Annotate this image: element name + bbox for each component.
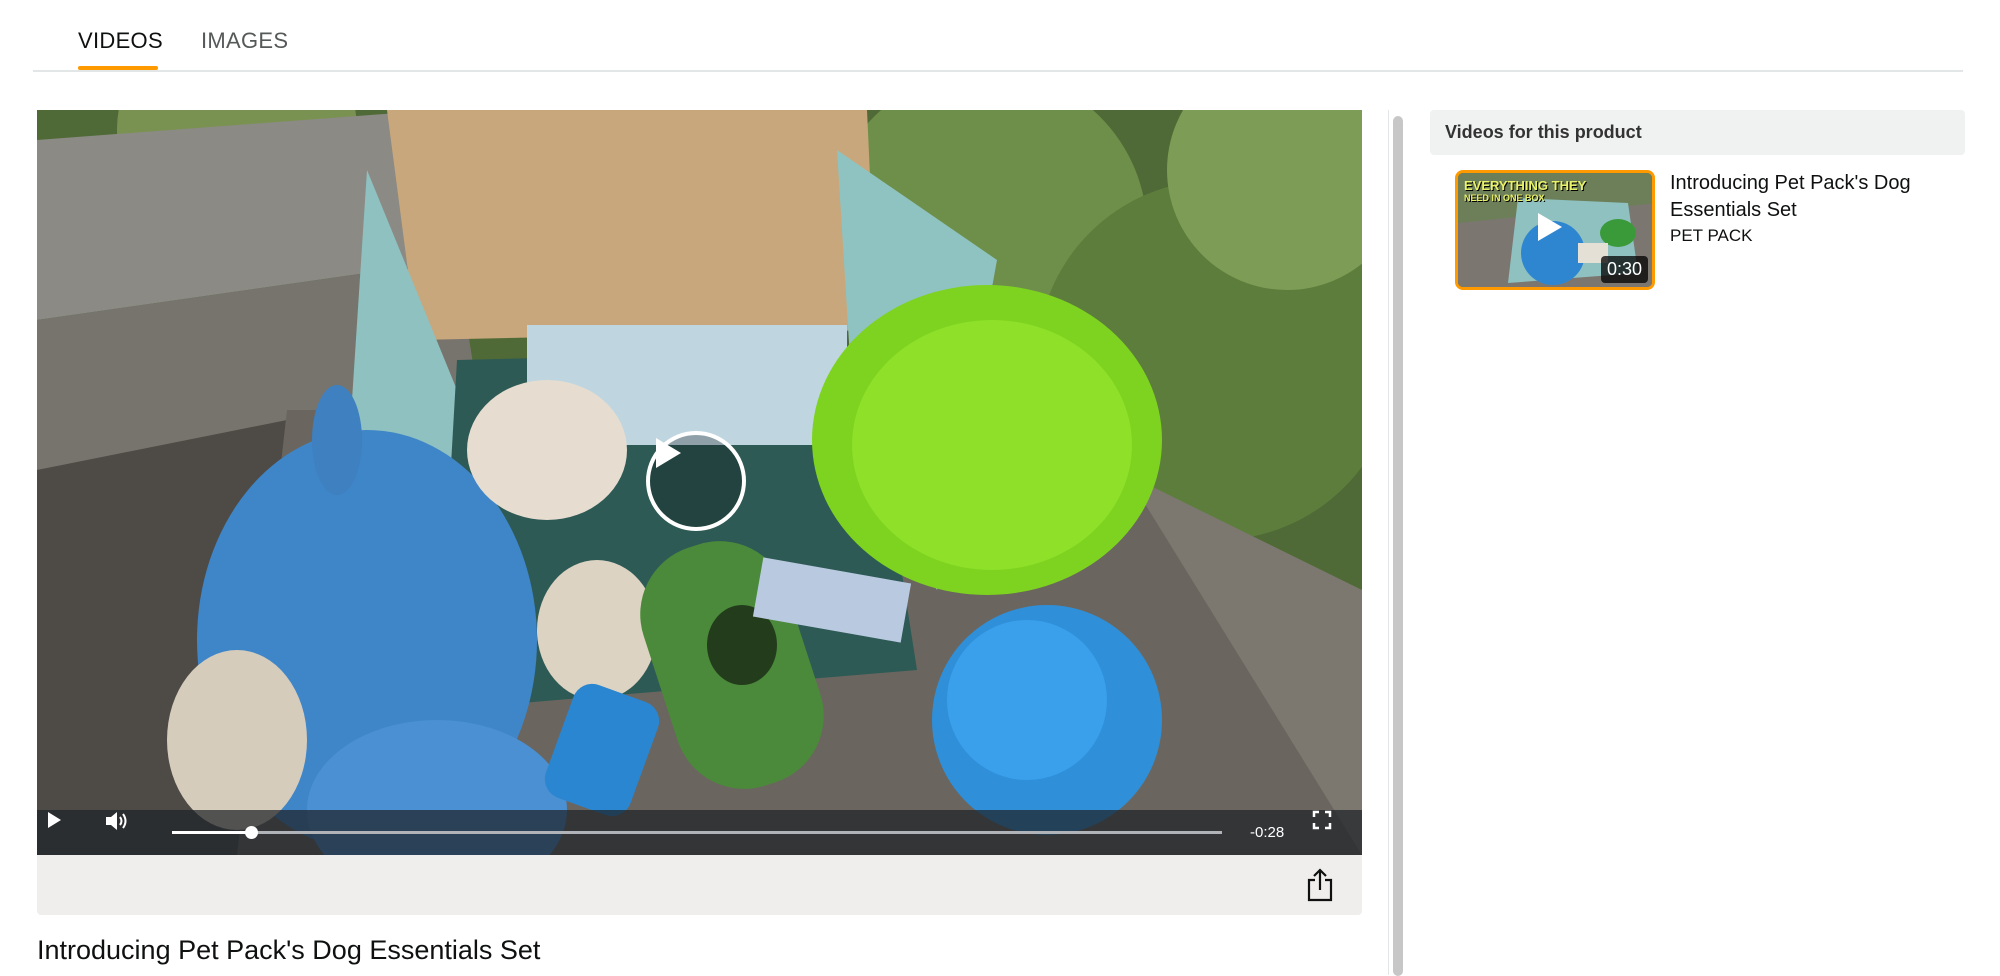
big-play-button[interactable] bbox=[646, 431, 746, 531]
thumbnail-caption-line-2: NEED IN ONE BOX bbox=[1464, 193, 1545, 203]
thumbnail-caption-line-1: EVERYTHING THEY bbox=[1464, 178, 1587, 193]
sidebar-header: Videos for this product bbox=[1430, 110, 1965, 155]
share-button[interactable] bbox=[1300, 865, 1340, 905]
volume-icon bbox=[106, 812, 127, 830]
active-tab-indicator bbox=[78, 66, 158, 70]
thumbnail-play bbox=[1534, 211, 1572, 249]
video-thumbnail[interactable]: EVERYTHING THEY NEED IN ONE BOX 0:30 bbox=[1455, 170, 1655, 290]
tab-images[interactable]: IMAGES bbox=[201, 28, 288, 54]
player-controls: -0:28 bbox=[37, 810, 1362, 855]
thumbnail-caption: EVERYTHING THEY NEED IN ONE BOX bbox=[1464, 179, 1586, 205]
share-bar bbox=[37, 855, 1362, 915]
media-tabs: VIDEOS IMAGES bbox=[33, 0, 1963, 72]
video-frame[interactable]: -0:28 bbox=[37, 110, 1362, 855]
scrollbar[interactable] bbox=[1388, 110, 1407, 976]
fullscreen-icon bbox=[1312, 810, 1332, 830]
progress-bar[interactable] bbox=[172, 826, 1222, 839]
video-duration: 0:30 bbox=[1600, 256, 1648, 283]
fullscreen-button[interactable] bbox=[1312, 810, 1352, 855]
volume-button[interactable] bbox=[104, 810, 144, 855]
play-icon bbox=[656, 438, 681, 468]
progress-fill bbox=[172, 831, 251, 834]
video-list-vendor: PET PACK bbox=[1670, 226, 1753, 245]
tab-videos[interactable]: VIDEOS bbox=[78, 28, 163, 54]
video-title: Introducing Pet Pack's Dog Essentials Se… bbox=[37, 935, 541, 965]
scrollbar-thumb[interactable] bbox=[1393, 116, 1403, 976]
time-remaining: -0:28 bbox=[1250, 824, 1285, 841]
play-button[interactable] bbox=[45, 810, 85, 855]
progress-handle[interactable] bbox=[244, 826, 258, 839]
video-list-item[interactable]: EVERYTHING THEY NEED IN ONE BOX 0:30 Int… bbox=[1455, 170, 1965, 292]
play-icon bbox=[1538, 213, 1562, 241]
share-icon bbox=[1307, 868, 1333, 902]
video-list-title[interactable]: Introducing Pet Pack's Dog Essentials Se… bbox=[1670, 170, 1960, 224]
video-player[interactable]: -0:28 bbox=[37, 110, 1362, 855]
play-icon bbox=[48, 812, 61, 828]
